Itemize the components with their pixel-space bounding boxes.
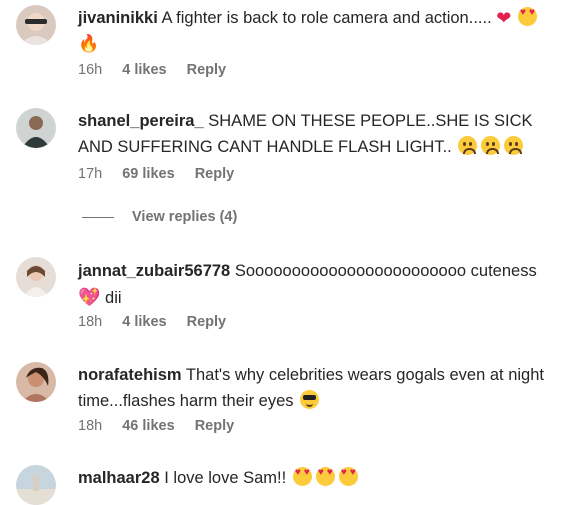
heart-emoji-icon: ❤ <box>496 8 512 28</box>
comment-username[interactable]: jannat_zubair56778 <box>78 262 230 280</box>
sunglasses-emoji-icon <box>300 390 320 409</box>
comment-body: malhaar28 I love love Sam!! <box>78 465 563 491</box>
heart-eyes-emoji-icon <box>292 467 312 486</box>
heart-eyes-emoji-icon <box>315 467 335 486</box>
comment-text: A fighter is back to role camera and act… <box>161 9 492 27</box>
comment-time: 18h <box>78 314 103 330</box>
comment-text: Soooooooooooooooooooooooo cuteness <box>234 262 537 280</box>
reply-button[interactable]: Reply <box>195 418 235 434</box>
sparkling-heart-emoji-icon: 💖 <box>78 287 101 307</box>
comment-meta: 18h 46 likes Reply <box>78 418 250 434</box>
comment-likes[interactable]: 4 likes <box>122 314 166 330</box>
comment-body: shanel_pereira_ SHAME ON THESE PEOPLE..S… <box>78 108 563 160</box>
comment-likes[interactable]: 4 likes <box>122 62 166 78</box>
comment-meta: 18h 4 likes Reply <box>78 314 242 330</box>
comment-body: jivaninikki A fighter is back to role ca… <box>78 5 563 57</box>
pleading-face-emoji-icon <box>458 136 478 155</box>
comment-body: jannat_zubair56778 Soooooooooooooooooooo… <box>78 258 563 311</box>
view-replies-label: View replies (4) <box>132 209 238 225</box>
comment-meta: 17h 69 likes Reply <box>78 166 250 182</box>
comment-text: I love love Sam!! <box>164 469 287 487</box>
comment-username[interactable]: shanel_pereira_ <box>78 112 204 130</box>
pleading-face-emoji-icon <box>504 136 524 155</box>
avatar[interactable] <box>16 257 56 297</box>
fire-emoji-icon: 🔥 <box>78 34 100 53</box>
avatar[interactable] <box>16 362 56 402</box>
view-replies-button[interactable]: View replies (4) <box>82 209 237 225</box>
heart-eyes-emoji-icon <box>338 467 358 486</box>
comment-username[interactable]: jivaninikki <box>78 9 158 27</box>
view-replies-divider <box>82 216 114 218</box>
comment-time: 16h <box>78 62 103 78</box>
reply-button[interactable]: Reply <box>187 314 227 330</box>
pleading-face-emoji-icon <box>481 136 501 155</box>
comment-username[interactable]: malhaar28 <box>78 469 160 487</box>
comment-username[interactable]: norafatehism <box>78 366 182 384</box>
comment-meta: 16h 4 likes Reply <box>78 62 242 78</box>
comment-time: 17h <box>78 166 103 182</box>
reply-button[interactable]: Reply <box>195 166 235 182</box>
avatar[interactable] <box>16 5 56 45</box>
avatar[interactable] <box>16 108 56 148</box>
comment-time: 18h <box>78 418 103 434</box>
reply-button[interactable]: Reply <box>187 62 227 78</box>
comment-likes[interactable]: 69 likes <box>122 166 174 182</box>
avatar[interactable] <box>16 465 56 505</box>
comment-text-continued: dii <box>105 289 122 307</box>
comment-body: norafatehism That's why celebrities wear… <box>78 362 563 414</box>
comment-likes[interactable]: 46 likes <box>122 418 174 434</box>
heart-eyes-emoji-icon <box>517 7 537 26</box>
